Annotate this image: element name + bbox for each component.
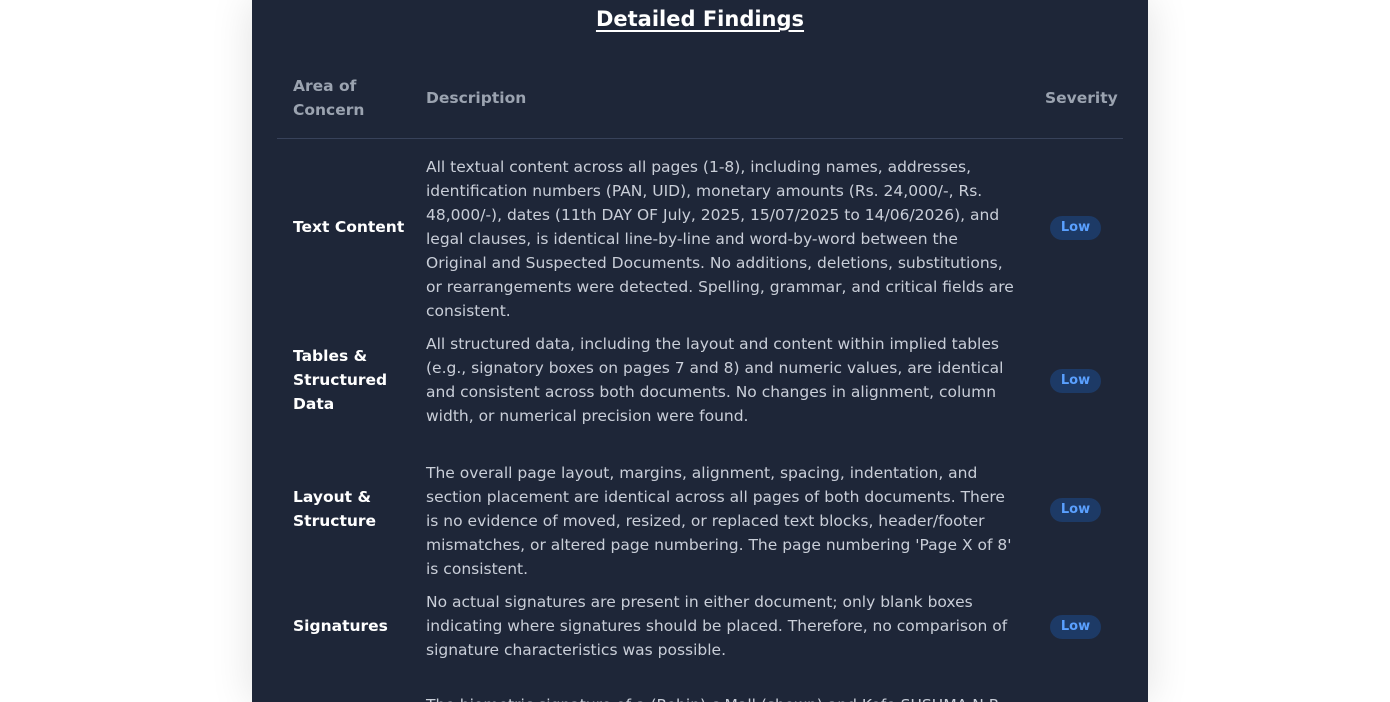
- description-cell: All textual content across all pages (1-…: [426, 158, 1014, 320]
- area-cell: Signatures: [293, 617, 388, 635]
- table-row: Tables & Structured Data All structured …: [277, 332, 1123, 432]
- area-cell: Layout & Structure: [293, 488, 377, 530]
- page-title: Detailed Findings: [595, 7, 805, 31]
- description-cell: All structured data, including the layou…: [426, 335, 1004, 425]
- description-cell: The biometric signature of a (Robin) c M…: [426, 693, 1016, 702]
- severity-badge: Low: [1050, 369, 1101, 393]
- area-cell: Text Content: [293, 218, 405, 236]
- description-cell: The overall page layout, margins, alignm…: [426, 464, 1012, 578]
- header-divider: [277, 138, 1123, 139]
- table-row: Signatures No actual signatures are pres…: [277, 590, 1123, 665]
- severity-badge: Low: [1050, 615, 1101, 639]
- table-row: Text Content All textual content across …: [277, 155, 1123, 320]
- area-cell: Tables & Structured Data: [293, 347, 388, 413]
- severity-badge: Low: [1050, 498, 1101, 522]
- table-row: Layout & Structure The overall page layo…: [277, 461, 1123, 578]
- description-cell: No actual signatures are present in eith…: [426, 593, 1008, 659]
- table-row: The biometric signature of a (Robin) c M…: [277, 693, 1123, 702]
- severity-badge: Low: [1050, 216, 1101, 240]
- column-header-description: Description: [426, 89, 527, 107]
- findings-panel: Detailed Findings Area of Concern Descri…: [252, 0, 1148, 702]
- column-header-area: Area of Concern: [293, 77, 365, 119]
- column-header-severity: Severity: [1045, 89, 1118, 107]
